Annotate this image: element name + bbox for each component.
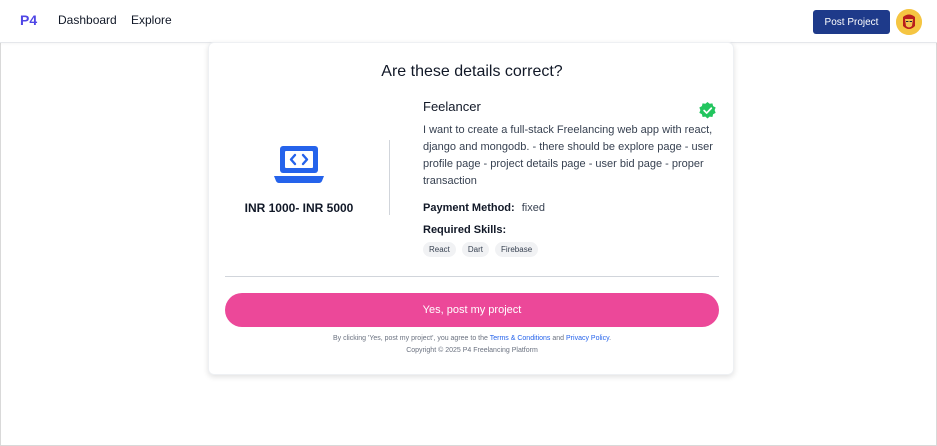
terms-suffix: . [609,335,612,342]
horizontal-divider [225,276,719,277]
terms-link[interactable]: Terms & Conditions [490,335,551,342]
ironman-avatar-icon [896,9,922,35]
vertical-divider [389,140,390,215]
post-project-button[interactable]: Post Project [813,10,890,34]
project-confirmation-card: Are these details correct? INR 1000- INR… [208,42,734,375]
privacy-link[interactable]: Privacy Policy [566,335,609,342]
project-details: Feelancer I want to create a full-stack … [423,99,719,257]
payment-method-row: Payment Method: fixed [423,202,719,214]
skills-list: React Dart Firebase [423,242,719,257]
copyright-text: Copyright © 2025 P4 Freelancing Platform [406,347,538,354]
terms-and: and [550,335,567,342]
skill-chip: Firebase [495,242,539,257]
project-description: I want to create a full-stack Freelancin… [423,124,713,187]
app-logo[interactable]: P4 [20,12,37,28]
legal-notice: By clicking 'Yes, post my project', you … [209,333,735,357]
nav-link-explore[interactable]: Explore [131,13,172,27]
terms-prefix: By clicking 'Yes, post my project', you … [332,335,490,342]
verified-check-icon [699,102,716,119]
top-navbar: P4 Dashboard Explore Post Project [0,0,937,43]
laptop-code-icon [274,146,324,183]
confirm-post-button[interactable]: Yes, post my project [225,293,719,327]
skill-chip: React [423,242,456,257]
payment-method-label: Payment Method: [423,202,515,214]
nav-link-dashboard[interactable]: Dashboard [58,13,117,27]
project-title: Feelancer [423,99,481,114]
payment-method-value: fixed [521,202,545,214]
terms-line: By clicking 'Yes, post my project', you … [209,333,735,345]
required-skills-label: Required Skills: [423,224,507,236]
card-title: Are these details correct? [381,63,563,80]
user-avatar[interactable] [896,9,922,35]
skill-chip: Dart [461,242,490,257]
budget-range: INR 1000- INR 5000 [244,201,354,215]
